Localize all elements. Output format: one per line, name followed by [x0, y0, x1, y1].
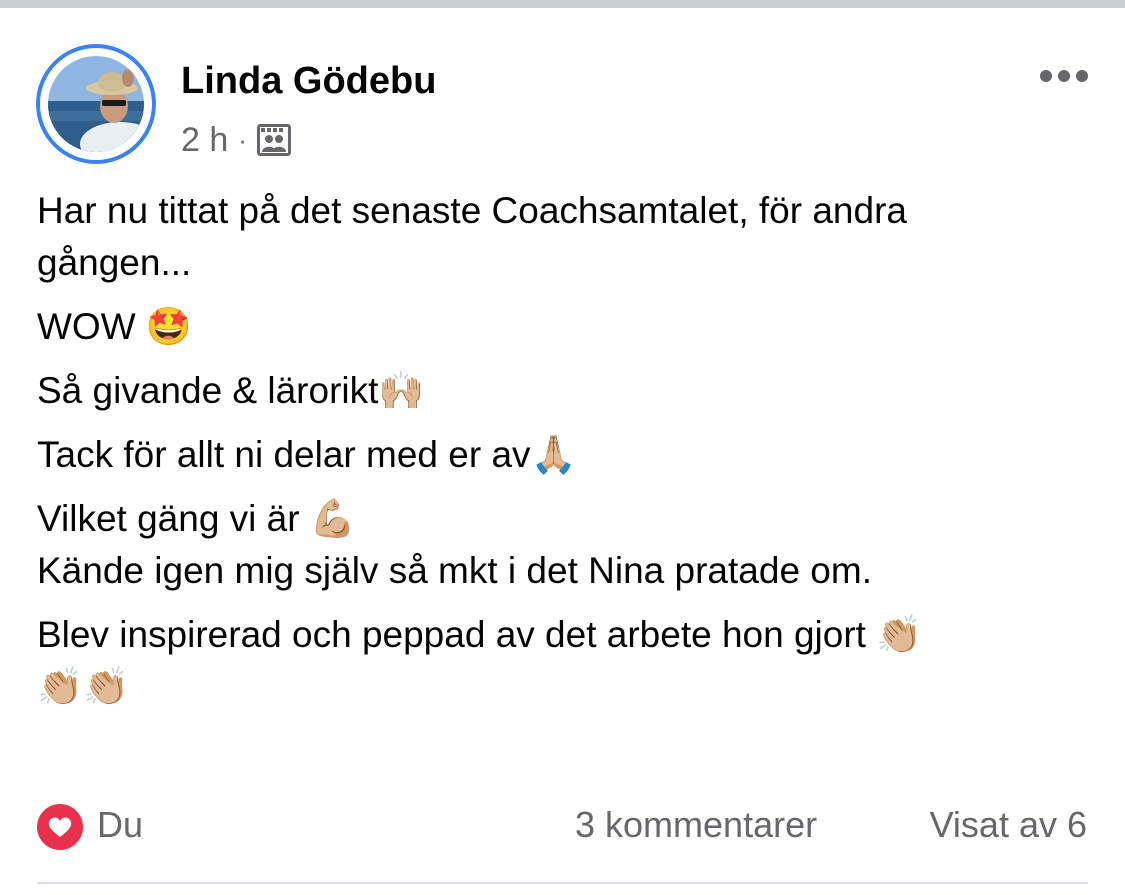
more-dot [1058, 70, 1070, 82]
author-avatar[interactable] [36, 44, 156, 164]
top-separator [0, 0, 1125, 8]
post-line: Har nu tittat på det senaste Coachsamtal… [37, 190, 907, 231]
post-line: WOW 🤩 [37, 306, 192, 347]
author-name[interactable]: Linda Gödebu [181, 60, 436, 103]
more-dot [1040, 70, 1052, 82]
more-dot [1076, 70, 1088, 82]
post-line: Tack för allt ni delar med er av🙏🏼 [37, 434, 577, 475]
footer-divider [37, 882, 1088, 884]
avatar-photo [48, 56, 144, 152]
post-body: Har nu tittat på det senaste Coachsamtal… [37, 185, 1097, 713]
comments-count[interactable]: 3 kommentarer [575, 804, 817, 846]
post-line: 👏🏼👏🏼 [37, 666, 130, 707]
post-line: Kände igen mig själv så mkt i det Nina p… [37, 550, 872, 591]
reactor-name[interactable]: Du [97, 804, 143, 846]
post-meta: 2 h · [181, 120, 291, 160]
post-time[interactable]: 2 h [181, 121, 228, 160]
post-line: Så givande & lärorikt🙌🏼 [37, 370, 425, 411]
seen-by-count[interactable]: Visat av 6 [930, 804, 1087, 846]
post-line: gången... [37, 242, 192, 283]
post-footer: Du 3 kommentarer Visat av 6 [37, 800, 1087, 852]
meta-separator: · [238, 124, 247, 155]
post-line: Vilket gäng vi är 💪🏼 [37, 498, 356, 539]
heart-icon[interactable] [37, 804, 83, 850]
post-line: Blev inspirerad och peppad av det arbete… [37, 614, 923, 655]
more-options-icon[interactable] [1040, 64, 1092, 88]
group-audience-icon[interactable] [256, 124, 291, 156]
